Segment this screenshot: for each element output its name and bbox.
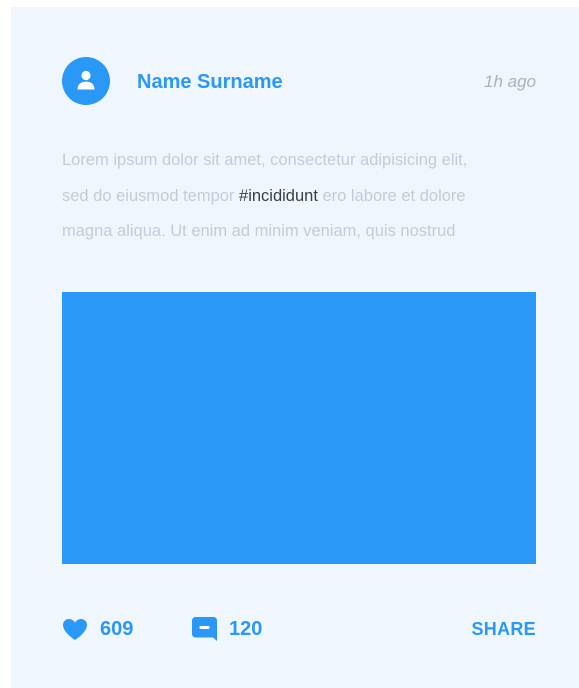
post-text-line-2-end: ero labore et dolore	[317, 186, 466, 205]
author-name[interactable]: Name Surname	[137, 70, 283, 94]
post-card: Name Surname 1h ago Lorem ipsum dolor si…	[11, 7, 579, 688]
heart-icon	[63, 618, 87, 640]
like-button[interactable]: 609	[62, 613, 133, 645]
user-icon	[77, 70, 95, 90]
post-text-line-1: Lorem ipsum dolor sit amet, consectetur …	[62, 151, 468, 169]
post-text: Lorem ipsum dolor sit amet, consectetur …	[62, 143, 542, 250]
post-media[interactable]	[62, 292, 536, 564]
post-timestamp: 1h ago	[484, 72, 536, 91]
post-header: Name Surname 1h ago	[62, 57, 536, 105]
post-text-line-2-start: sed do eiusmod tempor	[62, 186, 240, 205]
hashtag-link[interactable]: #incididunt	[239, 187, 318, 205]
comment-button[interactable]: 120	[192, 613, 262, 645]
post-actions: 609 120 SHARE	[62, 613, 536, 645]
post-text-line-3: magna aliqua. Ut enim ad minim veniam, q…	[62, 222, 456, 240]
comment-count: 120	[229, 618, 263, 640]
avatar[interactable]	[62, 57, 110, 105]
like-count: 609	[100, 618, 134, 640]
share-button[interactable]: SHARE	[471, 617, 536, 641]
comment-icon	[192, 617, 217, 641]
